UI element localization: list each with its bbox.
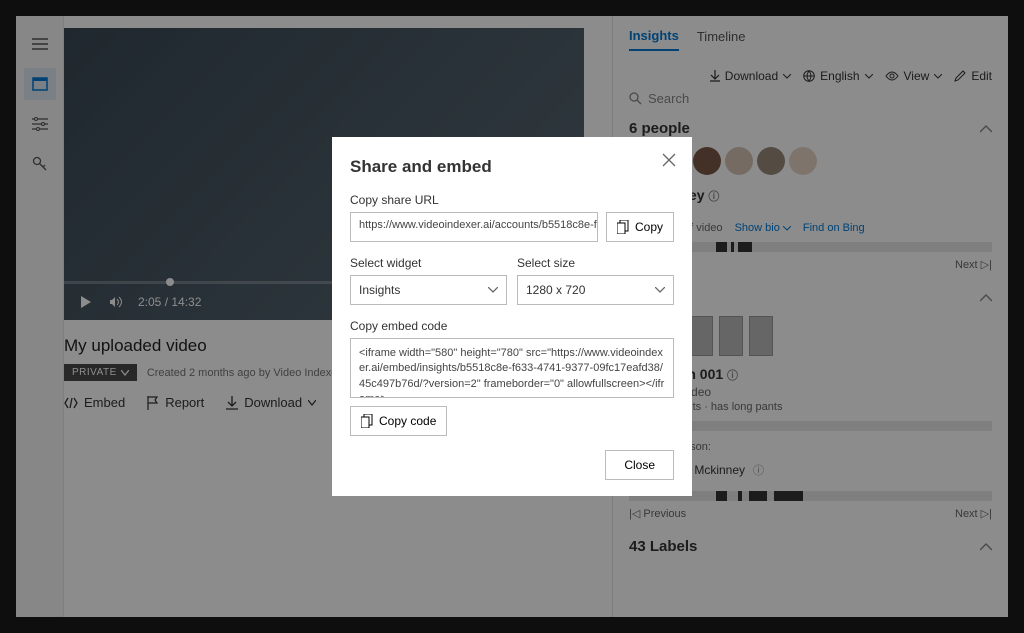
copy-embed-label: Copy embed code	[350, 319, 674, 333]
chevron-down-icon	[655, 287, 665, 293]
share-embed-modal: Share and embed Copy share URL https://w…	[332, 137, 692, 496]
select-size-label: Select size	[517, 256, 674, 270]
share-url-input[interactable]: https://www.videoindexer.ai/accounts/b55…	[350, 212, 598, 242]
select-widget-label: Select widget	[350, 256, 507, 270]
modal-title: Share and embed	[350, 157, 674, 177]
modal-overlay[interactable]: Share and embed Copy share URL https://w…	[0, 0, 1024, 633]
size-select[interactable]: 1280 x 720	[517, 275, 674, 305]
copy-url-label: Copy share URL	[350, 193, 674, 207]
close-button[interactable]: Close	[605, 450, 674, 480]
chevron-down-icon	[488, 287, 498, 293]
close-icon[interactable]	[662, 153, 676, 167]
widget-select[interactable]: Insights	[350, 275, 507, 305]
copy-code-button[interactable]: Copy code	[350, 406, 447, 436]
embed-code-input[interactable]: <iframe width="580" height="780" src="ht…	[350, 338, 674, 398]
copy-url-button[interactable]: Copy	[606, 212, 674, 242]
